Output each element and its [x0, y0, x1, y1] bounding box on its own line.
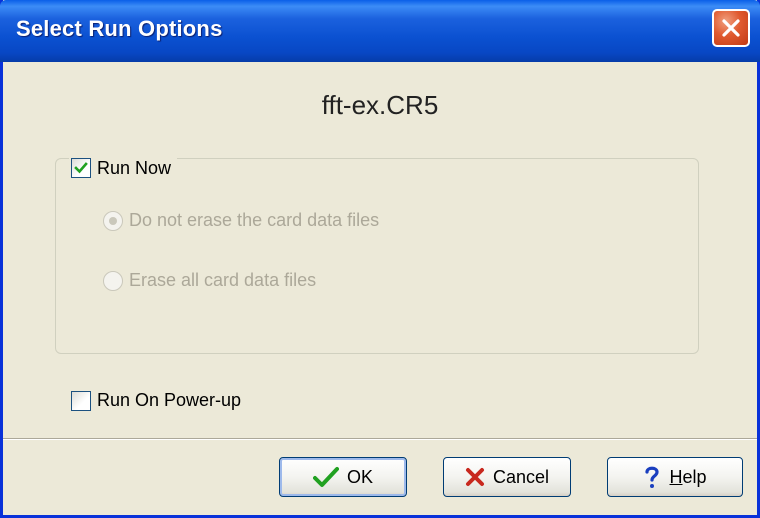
run-on-powerup-label: Run On Power-up [97, 390, 242, 410]
program-filename: fft-ex.CR5 [321, 90, 439, 120]
radio-erase-all-label: Erase all card data files [129, 270, 317, 290]
button-separator [3, 438, 757, 440]
help-label-rest: elp [682, 466, 707, 487]
radio-button[interactable] [103, 210, 123, 231]
checkmark-icon [74, 162, 88, 174]
question-icon [643, 465, 661, 489]
run-now-checkbox[interactable] [71, 158, 91, 178]
x-icon [465, 467, 485, 487]
radio-button[interactable] [103, 270, 123, 291]
run-now-label: Run Now [97, 157, 172, 178]
radio-do-not-erase[interactable]: Do not erase the card data files [103, 210, 379, 231]
run-now-group [55, 158, 699, 354]
close-icon [722, 19, 740, 37]
radio-erase-all[interactable]: Erase all card data files [103, 270, 316, 291]
title-bar[interactable]: Select Run Options [0, 0, 760, 62]
cancel-label: Cancel [492, 466, 550, 487]
help-label: Help [669, 467, 706, 488]
cancel-button[interactable]: Cancel [443, 457, 571, 497]
window-title: Select Run Options [16, 16, 223, 41]
run-on-powerup-checkbox[interactable] [71, 390, 91, 411]
radio-selected-dot [109, 216, 117, 225]
ok-label: OK [346, 466, 373, 487]
run-on-powerup-row[interactable]: Run On Power-up [71, 390, 241, 411]
help-mnemonic: H [669, 466, 683, 487]
run-now-checkbox-row[interactable]: Run Now [69, 155, 178, 181]
radio-do-not-erase-label: Do not erase the card data files [129, 210, 380, 230]
close-button[interactable] [712, 9, 750, 47]
checkmark-icon [312, 466, 339, 488]
ok-button[interactable]: OK [279, 457, 407, 497]
help-button[interactable]: Help [607, 457, 743, 497]
dialog-window: Select Run Options fft-ex.CR5 Run Now Do… [0, 0, 760, 518]
